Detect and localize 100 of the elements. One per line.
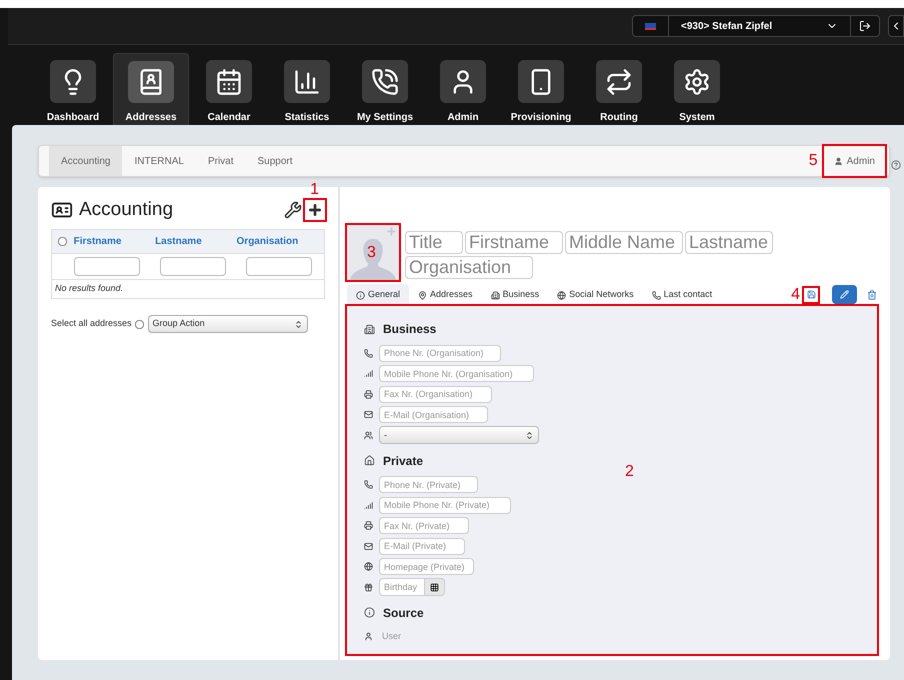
signal-icon bbox=[364, 369, 373, 378]
contact-tab[interactable]: General bbox=[347, 284, 410, 306]
contact-tab[interactable]: Business bbox=[482, 284, 548, 306]
text-field[interactable]: E-Mail (Organisation) bbox=[379, 406, 488, 424]
nav-tab[interactable]: My Settings bbox=[347, 53, 423, 125]
column-header[interactable]: Lastname bbox=[155, 234, 237, 249]
pencil-icon bbox=[840, 290, 849, 299]
group-tab[interactable]: Privat bbox=[196, 146, 246, 176]
trash-icon bbox=[867, 290, 877, 300]
section-title: Source bbox=[383, 604, 424, 622]
text-field[interactable]: Mobile Phone Nr. (Private) bbox=[379, 496, 511, 514]
group-icon bbox=[364, 430, 373, 440]
section-title: Private bbox=[383, 452, 424, 470]
select-arrows-icon bbox=[294, 320, 303, 328]
edit-button[interactable] bbox=[832, 285, 857, 304]
wrench-icon bbox=[284, 201, 302, 219]
mail-icon bbox=[364, 410, 373, 420]
select-all-label: Select all addresses bbox=[51, 317, 132, 330]
building-icon bbox=[490, 290, 500, 300]
nav-tab[interactable]: Addresses bbox=[113, 53, 189, 125]
name-field[interactable]: Lastname bbox=[685, 231, 773, 254]
avatar-silhouette-icon bbox=[349, 237, 397, 280]
building-icon bbox=[364, 324, 375, 334]
group-tab[interactable]: Support bbox=[246, 146, 305, 176]
contact-tab[interactable]: Addresses bbox=[409, 284, 482, 306]
empty-message: No results found. bbox=[55, 282, 124, 296]
name-field[interactable]: Firstname bbox=[465, 231, 563, 254]
panel-title: Accounting bbox=[79, 198, 174, 222]
add-button[interactable] bbox=[305, 200, 325, 220]
select-all-checkbox[interactable] bbox=[134, 320, 144, 328]
select-checkbox[interactable] bbox=[58, 237, 67, 246]
home-icon bbox=[364, 455, 375, 466]
printer-icon bbox=[364, 521, 373, 530]
group-action-select[interactable]: Group Action bbox=[148, 315, 308, 333]
callout-number: 2 bbox=[625, 464, 634, 480]
text-field[interactable]: Mobile Phone Nr. (Organisation) bbox=[379, 365, 534, 382]
column-header[interactable]: Firstname bbox=[74, 234, 156, 249]
filter-field[interactable] bbox=[74, 257, 140, 276]
callout-number: 3 bbox=[367, 245, 376, 261]
nav-tab[interactable]: Routing bbox=[581, 53, 657, 125]
mail-icon bbox=[364, 542, 373, 551]
nav-tab[interactable]: Admin bbox=[425, 53, 501, 125]
phone-icon bbox=[652, 290, 661, 300]
logout-icon bbox=[859, 20, 871, 32]
person-icon bbox=[364, 632, 373, 642]
globe-icon bbox=[557, 290, 566, 300]
person-icon bbox=[834, 156, 843, 166]
name-field[interactable]: Organisation bbox=[405, 256, 533, 279]
contact-tab[interactable]: Last contact bbox=[642, 284, 722, 306]
phone-icon bbox=[371, 68, 399, 96]
calendar-button[interactable] bbox=[425, 578, 445, 596]
text-field[interactable]: Homepage (Private) bbox=[379, 558, 474, 576]
plus-icon bbox=[307, 202, 323, 218]
settings-button[interactable] bbox=[284, 201, 302, 219]
globe-icon bbox=[364, 562, 373, 572]
callout-number: 4 bbox=[791, 286, 800, 302]
group-tab[interactable]: INTERNAL bbox=[122, 146, 196, 176]
group-tab[interactable]: Accounting bbox=[49, 146, 122, 176]
date-field[interactable]: Birthday bbox=[379, 578, 425, 596]
column-header[interactable]: Organisation bbox=[236, 234, 318, 249]
text-field[interactable]: Fax Nr. (Organisation) bbox=[379, 386, 492, 403]
info-icon bbox=[356, 290, 365, 300]
grid-icon bbox=[430, 582, 439, 592]
repeat-icon bbox=[605, 68, 633, 96]
nav-tab[interactable]: Provisioning bbox=[503, 53, 579, 125]
bar-chart-icon bbox=[293, 68, 321, 96]
save-icon bbox=[806, 290, 816, 299]
phone-icon bbox=[364, 348, 373, 358]
phone-icon bbox=[364, 480, 373, 490]
name-field[interactable]: Middle Name bbox=[565, 231, 683, 254]
delete-button[interactable] bbox=[867, 290, 877, 300]
text-field[interactable]: Phone Nr. (Private) bbox=[379, 476, 478, 494]
collapse-button[interactable] bbox=[888, 15, 904, 37]
save-button[interactable] bbox=[804, 288, 818, 302]
settings-icon bbox=[683, 68, 711, 96]
printer-icon bbox=[364, 390, 373, 399]
plus-icon bbox=[386, 226, 397, 237]
signal-icon bbox=[364, 500, 373, 510]
nav-tab[interactable]: Calendar bbox=[191, 53, 267, 125]
flag-icon bbox=[645, 22, 656, 30]
nav-tab[interactable]: Dashboard bbox=[35, 53, 111, 125]
text-field[interactable]: E-Mail (Private) bbox=[379, 538, 465, 555]
filter-field[interactable] bbox=[160, 257, 226, 276]
admin-button[interactable]: Admin bbox=[824, 146, 885, 176]
nav-tab[interactable]: Statistics bbox=[269, 53, 345, 125]
select-arrows-icon bbox=[525, 430, 534, 440]
callout-number: 1 bbox=[310, 182, 319, 198]
source-value: User bbox=[381, 630, 402, 643]
text-field[interactable]: Fax Nr. (Private) bbox=[379, 517, 470, 534]
group-select[interactable]: - bbox=[379, 426, 539, 444]
text-field[interactable]: Phone Nr. (Organisation) bbox=[379, 344, 502, 362]
filter-field[interactable] bbox=[246, 257, 312, 276]
help-icon[interactable] bbox=[891, 160, 901, 170]
callout-number: 5 bbox=[808, 153, 818, 169]
info-icon bbox=[364, 607, 375, 618]
gift-icon bbox=[364, 582, 373, 592]
section-title: Business bbox=[383, 321, 436, 338]
name-field[interactable]: Title bbox=[405, 231, 463, 254]
nav-tab[interactable]: System bbox=[659, 53, 735, 125]
contact-tab[interactable]: Social Networks bbox=[548, 284, 643, 306]
